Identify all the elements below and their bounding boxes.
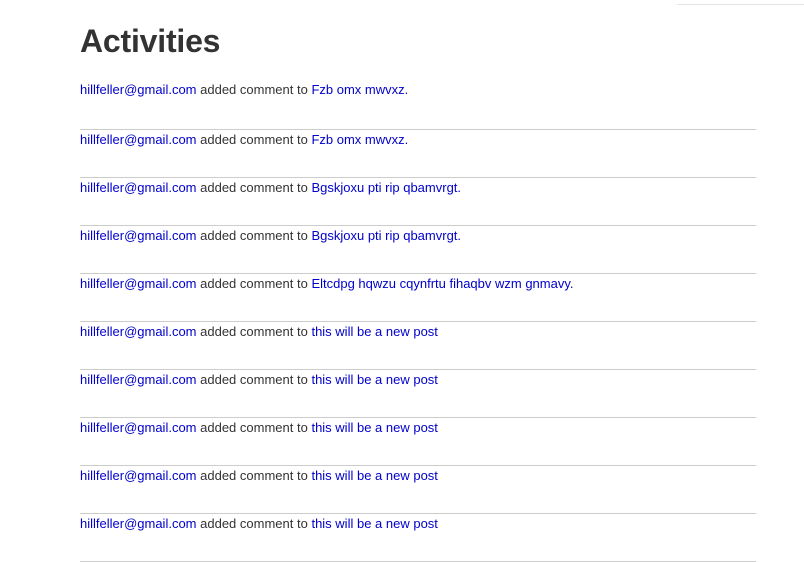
activity-item: hillfeller@gmail.com added comment to th… bbox=[80, 370, 756, 418]
activity-action-text: added comment to bbox=[200, 276, 308, 291]
activity-post-link[interactable]: Fzb omx mwvxz. bbox=[311, 82, 408, 97]
activity-action-text: added comment to bbox=[200, 82, 308, 97]
activity-user-link[interactable]: hillfeller@gmail.com bbox=[80, 420, 197, 435]
activity-post-link[interactable]: this will be a new post bbox=[311, 420, 437, 435]
activity-post-link[interactable]: Bgskjoxu pti rip qbamvrgt. bbox=[311, 180, 461, 195]
activity-action-text: added comment to bbox=[200, 516, 308, 531]
page-title: Activities bbox=[80, 23, 221, 59]
activity-item: hillfeller@gmail.com added comment to th… bbox=[80, 322, 756, 370]
activity-user-link[interactable]: hillfeller@gmail.com bbox=[80, 82, 197, 97]
activity-post-link[interactable]: this will be a new post bbox=[311, 372, 437, 387]
activity-item: hillfeller@gmail.com added comment to Bg… bbox=[80, 226, 756, 274]
activity-user-link[interactable]: hillfeller@gmail.com bbox=[80, 276, 197, 291]
activity-action-text: added comment to bbox=[200, 420, 308, 435]
activity-item: hillfeller@gmail.com added comment to th… bbox=[80, 418, 756, 466]
activity-action-text: added comment to bbox=[200, 372, 308, 387]
activity-action-text: added comment to bbox=[200, 228, 308, 243]
activity-post-link[interactable]: this will be a new post bbox=[311, 516, 437, 531]
activity-post-link[interactable]: Bgskjoxu pti rip qbamvrgt. bbox=[311, 228, 461, 243]
activities-container: Activities hillfeller@gmail.com added co… bbox=[80, 0, 756, 562]
activity-user-link[interactable]: hillfeller@gmail.com bbox=[80, 228, 197, 243]
activity-post-link[interactable]: this will be a new post bbox=[311, 324, 437, 339]
activity-item: hillfeller@gmail.com added comment to th… bbox=[80, 466, 756, 514]
activity-user-link[interactable]: hillfeller@gmail.com bbox=[80, 324, 197, 339]
activity-list: hillfeller@gmail.com added comment to Fz… bbox=[80, 82, 756, 562]
activity-user-link[interactable]: hillfeller@gmail.com bbox=[80, 372, 197, 387]
activity-action-text: added comment to bbox=[200, 468, 308, 483]
activity-user-link[interactable]: hillfeller@gmail.com bbox=[80, 180, 197, 195]
activity-item: hillfeller@gmail.com added comment to th… bbox=[80, 514, 756, 562]
activity-post-link[interactable]: Fzb omx mwvxz. bbox=[311, 132, 408, 147]
activity-action-text: added comment to bbox=[200, 324, 308, 339]
activity-user-link[interactable]: hillfeller@gmail.com bbox=[80, 516, 197, 531]
activity-user-link[interactable]: hillfeller@gmail.com bbox=[80, 468, 197, 483]
activity-action-text: added comment to bbox=[200, 132, 308, 147]
activity-user-link[interactable]: hillfeller@gmail.com bbox=[80, 132, 197, 147]
activity-item: hillfeller@gmail.com added comment to Bg… bbox=[80, 178, 756, 226]
activity-item: hillfeller@gmail.com added comment to Fz… bbox=[80, 82, 756, 130]
activity-action-text: added comment to bbox=[200, 180, 308, 195]
activity-item: hillfeller@gmail.com added comment to Fz… bbox=[80, 130, 756, 178]
activity-item: hillfeller@gmail.com added comment to El… bbox=[80, 274, 756, 322]
activity-post-link[interactable]: Eltcdpg hqwzu cqynfrtu fihaqbv wzm gnmav… bbox=[311, 276, 573, 291]
activity-post-link[interactable]: this will be a new post bbox=[311, 468, 437, 483]
